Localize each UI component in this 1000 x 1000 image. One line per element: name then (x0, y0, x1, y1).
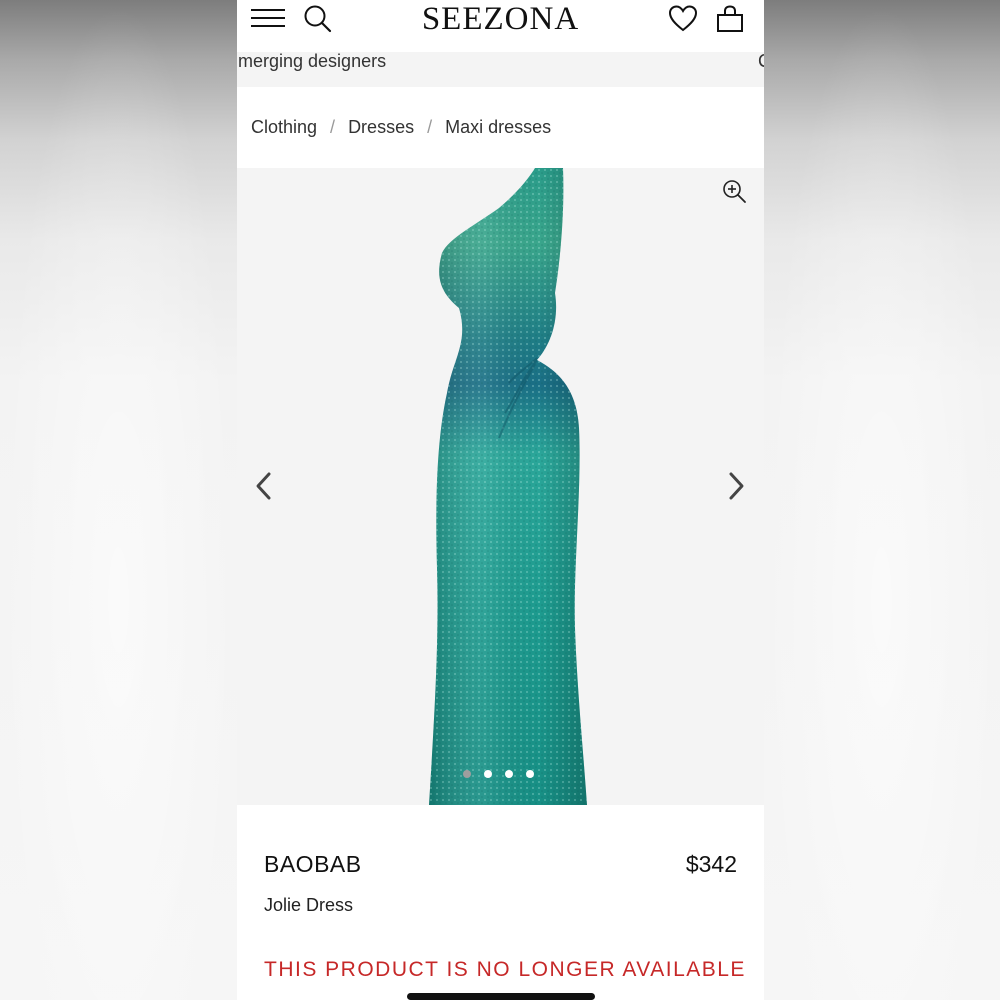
site-header: SEEZONA (237, 0, 764, 44)
promo-marquee: merging designers C (237, 52, 764, 87)
breadcrumb-dresses[interactable]: Dresses (348, 117, 414, 137)
availability-notice: THIS PRODUCT IS NO LONGER AVAILABLE (264, 958, 746, 981)
pagination-dot[interactable] (526, 770, 534, 778)
chevron-right-icon[interactable] (723, 466, 749, 506)
breadcrumb-clothing[interactable]: Clothing (251, 117, 317, 137)
breadcrumb-maxi-dresses[interactable]: Maxi dresses (445, 117, 551, 137)
shopping-bag-icon[interactable] (715, 4, 745, 34)
marquee-text-next: C (758, 52, 764, 70)
product-name: Jolie Dress (264, 895, 354, 915)
product-brand[interactable]: BAOBAB (264, 851, 362, 878)
product-gallery[interactable] (237, 168, 764, 805)
product-info: BAOBAB $342 Jolie Dress THIS PRODUCT IS … (237, 805, 764, 1000)
breadcrumb-separator: / (330, 117, 336, 137)
product-image[interactable] (237, 168, 764, 805)
marquee-text: merging designers (238, 52, 387, 71)
gallery-pagination (463, 765, 547, 778)
zoom-in-icon[interactable] (721, 178, 747, 204)
pagination-dot[interactable] (505, 770, 513, 778)
heart-icon[interactable] (668, 4, 698, 34)
background-left (0, 0, 237, 1000)
phone-screen: SEEZONA merging designers C Clothing / Dre… (237, 0, 764, 1000)
pagination-dot[interactable] (484, 770, 492, 778)
chevron-left-icon[interactable] (251, 466, 277, 506)
background-right (763, 0, 1000, 1000)
breadcrumb: Clothing / Dresses / Maxi dresses (251, 117, 551, 138)
pagination-dot[interactable] (463, 770, 471, 778)
breadcrumb-separator: / (427, 117, 433, 137)
product-price: $342 (685, 851, 737, 877)
home-indicator[interactable] (407, 993, 595, 1000)
